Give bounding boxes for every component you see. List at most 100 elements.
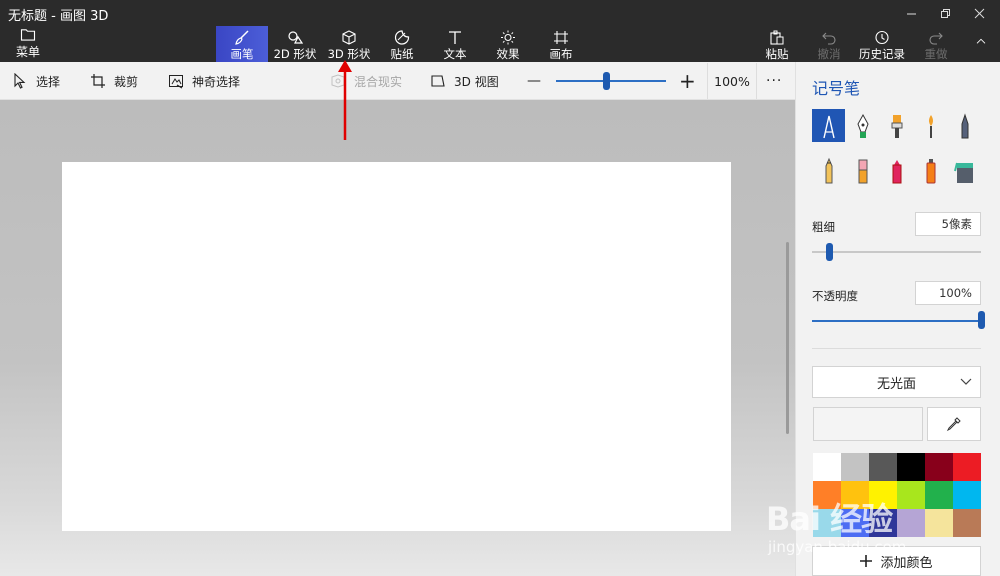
chevron-down-icon: [960, 378, 972, 385]
thickness-label: 粗细: [812, 220, 835, 234]
restore-button[interactable]: [928, 0, 962, 26]
color-swatch[interactable]: [953, 481, 981, 509]
title-bar: 无标题 - 画图 3D 菜单 画笔 2D 形状 3D 形状 贴纸 文本 效果 画…: [0, 0, 1000, 62]
color-swatch[interactable]: [813, 453, 841, 481]
paste-icon: [770, 30, 784, 45]
view-3d-icon: [431, 75, 445, 87]
history-label: 历史记录: [859, 47, 905, 61]
close-icon: [974, 8, 984, 18]
zoom-slider-track[interactable]: [556, 80, 666, 82]
crop-label: 裁剪: [114, 74, 139, 89]
sticker-icon: [394, 30, 410, 45]
crop-icon: [91, 74, 105, 88]
paste-button[interactable]: 粘贴: [760, 26, 794, 62]
finish-dropdown[interactable]: 无光面: [812, 366, 981, 398]
magic-select-button[interactable]: 神奇选择: [168, 62, 240, 100]
brush-option-fill-bucket[interactable]: [948, 154, 981, 187]
tab-text[interactable]: 文本: [437, 26, 473, 62]
color-swatch[interactable]: [897, 509, 925, 537]
marker-icon: [822, 115, 835, 138]
color-swatch[interactable]: [841, 453, 869, 481]
opacity-slider-thumb[interactable]: [978, 311, 985, 329]
vertical-scrollbar[interactable]: [786, 242, 789, 434]
eraser-icon: [858, 159, 867, 183]
oil-brush-icon: [891, 114, 902, 138]
zoom-slider-thumb[interactable]: [602, 72, 610, 90]
brush-option-eraser[interactable]: [846, 154, 879, 187]
magic-select-icon: [169, 75, 183, 89]
tab-2d-shapes-label: 2D 形状: [273, 47, 317, 61]
redo-button[interactable]: 重做: [919, 26, 953, 62]
color-swatch[interactable]: [925, 509, 953, 537]
brush-option-crayon[interactable]: [880, 154, 913, 187]
zoom-out-button[interactable]: —: [527, 62, 541, 100]
brush-option-spray-can[interactable]: [914, 154, 947, 187]
brush-option-calligraphy-pen[interactable]: [846, 109, 879, 142]
baidu-watermark-url: jingyan.baidu.com: [768, 538, 907, 556]
eyedropper-icon: [946, 417, 961, 432]
tab-brushes-label: 画笔: [230, 47, 254, 61]
thickness-slider-thumb[interactable]: [826, 243, 834, 261]
eyedropper-button[interactable]: [927, 407, 981, 441]
brush-option-oil-brush[interactable]: [880, 109, 913, 142]
window-title: 无标题 - 画图 3D: [8, 9, 109, 24]
zoom-percentage[interactable]: 100%: [707, 63, 757, 99]
close-button[interactable]: [962, 0, 996, 26]
thickness-slider-track[interactable]: [812, 251, 981, 253]
tab-brushes[interactable]: 画笔: [216, 26, 268, 62]
watercolor-icon: [928, 114, 933, 138]
plus-icon: [860, 555, 873, 567]
color-swatch[interactable]: [897, 481, 925, 509]
tab-canvas[interactable]: 画布: [543, 26, 579, 62]
view-3d-button[interactable]: 3D 视图: [430, 62, 499, 100]
brush-option-pixel-pen[interactable]: [948, 109, 981, 142]
panel-divider: [812, 348, 981, 349]
thickness-input[interactable]: 5像素: [915, 212, 981, 236]
magic-select-label: 神奇选择: [192, 74, 241, 89]
opacity-input[interactable]: 100%: [915, 281, 981, 305]
color-swatch[interactable]: [897, 453, 925, 481]
pixel-pen-icon: [961, 112, 968, 138]
color-swatch[interactable]: [953, 509, 981, 537]
minimize-button[interactable]: [894, 0, 928, 26]
select-button[interactable]: 选择: [12, 62, 60, 100]
crayon-icon: [892, 159, 901, 183]
brush-option-marker[interactable]: [812, 109, 845, 142]
opacity-label: 不透明度: [812, 289, 858, 303]
panel-title: 记号笔: [812, 79, 861, 98]
collapse-ribbon-button[interactable]: [970, 26, 992, 62]
undo-button[interactable]: 撤消: [812, 26, 846, 62]
history-icon: [875, 30, 889, 45]
color-swatch[interactable]: [953, 453, 981, 481]
paste-label: 粘贴: [765, 47, 789, 61]
color-swatch[interactable]: [925, 481, 953, 509]
calligraphy-pen-icon: [856, 113, 869, 138]
more-options-button[interactable]: ···: [766, 62, 782, 100]
drawing-canvas[interactable]: [62, 162, 731, 531]
canvas-toolbar: 选择 裁剪 神奇选择 混合现实 3D 视图 — + ···: [0, 62, 795, 100]
redo-icon: [929, 32, 943, 45]
opacity-slider-track[interactable]: [812, 320, 981, 322]
red-arrow-annotation: [338, 60, 352, 140]
text-icon: [449, 31, 461, 44]
spray-can-icon: [926, 158, 935, 183]
brush-option-pencil[interactable]: [812, 154, 845, 187]
tab-effects-label: 效果: [496, 47, 520, 61]
undo-icon: [822, 32, 836, 45]
history-button[interactable]: 历史记录: [857, 26, 907, 62]
tab-stickers[interactable]: 贴纸: [384, 26, 420, 62]
pencil-icon: [825, 157, 832, 183]
finish-dropdown-value: 无光面: [876, 376, 916, 392]
folder-icon: [20, 29, 36, 41]
tab-effects[interactable]: 效果: [490, 26, 526, 62]
zoom-in-button[interactable]: +: [679, 62, 696, 100]
brush-option-watercolor[interactable]: [914, 109, 947, 142]
crop-button[interactable]: 裁剪: [90, 62, 138, 100]
effects-sun-icon: [501, 30, 515, 45]
color-swatch[interactable]: [869, 453, 897, 481]
tab-3d-shapes[interactable]: 3D 形状: [326, 26, 372, 62]
tab-2d-shapes[interactable]: 2D 形状: [272, 26, 318, 62]
redo-label: 重做: [924, 47, 948, 61]
menu-button[interactable]: 菜单: [8, 28, 48, 60]
color-swatch[interactable]: [925, 453, 953, 481]
